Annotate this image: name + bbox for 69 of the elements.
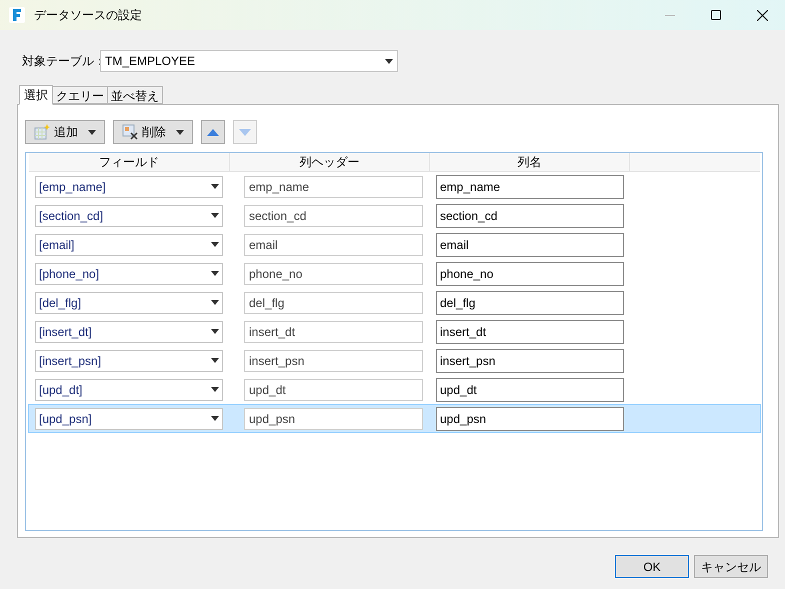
dropdown-arrow-icon — [211, 416, 219, 421]
column-name-input[interactable]: insert_psn — [436, 348, 624, 372]
tab[interactable]: 並べ替え — [107, 86, 163, 104]
dialog-button[interactable]: キャンセル — [694, 555, 768, 578]
table-dropdown[interactable]: TM_EMPLOYEE — [100, 50, 398, 72]
up-arrow-icon — [207, 128, 219, 136]
move-up-button[interactable] — [201, 120, 225, 144]
column-header-input[interactable]: section_cd — [244, 204, 423, 226]
column-header-input[interactable]: insert_psn — [244, 350, 423, 372]
column-header-input[interactable]: del_flg — [244, 292, 423, 314]
minimize-icon — [665, 14, 675, 16]
column-header-input[interactable]: insert_dt — [244, 320, 423, 342]
column-name-input[interactable]: phone_no — [436, 262, 624, 286]
maximize-icon — [711, 10, 721, 20]
field-dropdown[interactable]: [section_cd] — [35, 204, 223, 226]
column-name-input[interactable]: emp_name — [436, 174, 624, 198]
grid-row[interactable]: [upd_dt] upd_dt upd_dt — [28, 375, 761, 404]
dropdown-arrow-icon — [211, 329, 219, 334]
field-dropdown[interactable]: [upd_dt] — [35, 378, 223, 400]
dropdown-arrow-icon — [176, 130, 184, 134]
grid-row[interactable]: [email] email email — [28, 230, 761, 259]
add-table-icon — [34, 124, 50, 140]
dropdown-arrow-icon — [88, 130, 96, 134]
column-name-input[interactable]: upd_dt — [436, 378, 624, 402]
column-header: 列名 — [518, 154, 542, 171]
column-header-input[interactable]: email — [244, 234, 423, 256]
column-name-input[interactable]: upd_psn — [436, 406, 624, 430]
grid-row[interactable]: [upd_psn] upd_psn upd_psn — [28, 404, 761, 433]
field-dropdown[interactable]: [insert_psn] — [35, 350, 223, 372]
column-header-input[interactable]: emp_name — [244, 176, 423, 198]
delete-table-icon — [122, 124, 138, 140]
grid-row[interactable]: [del_flg] del_flg del_flg — [28, 288, 761, 317]
grid-row[interactable]: [emp_name] emp_name emp_name — [28, 172, 761, 201]
column-name-input[interactable]: section_cd — [436, 204, 624, 228]
field-dropdown[interactable]: [phone_no] — [35, 262, 223, 284]
field-dropdown[interactable]: [emp_name] — [35, 176, 223, 198]
dialog-button[interactable]: OK — [615, 555, 689, 578]
column-header: 列ヘッダー — [300, 154, 360, 171]
column-header-input[interactable]: upd_dt — [244, 378, 423, 400]
dropdown-arrow-icon — [385, 58, 393, 64]
column-header: フィールド — [99, 154, 159, 171]
field-dropdown[interactable]: [email] — [35, 234, 223, 256]
tab[interactable]: クエリー — [52, 86, 108, 104]
column-name-input[interactable]: insert_dt — [436, 320, 624, 344]
grid-row[interactable]: [insert_psn] insert_psn insert_psn — [28, 346, 761, 375]
column-header-input[interactable]: phone_no — [244, 262, 423, 284]
dropdown-arrow-icon — [211, 300, 219, 305]
grid-row[interactable]: [section_cd] section_cd section_cd — [28, 201, 761, 230]
down-arrow-icon — [239, 128, 251, 136]
dropdown-arrow-icon — [211, 242, 219, 247]
tab[interactable]: 選択 — [19, 85, 53, 105]
column-name-input[interactable]: del_flg — [436, 290, 624, 314]
field-dropdown[interactable]: [del_flg] — [35, 292, 223, 314]
column-header-input[interactable]: upd_psn — [244, 408, 423, 430]
grid-row[interactable]: [insert_dt] insert_dt insert_dt — [28, 317, 761, 346]
dropdown-arrow-icon — [211, 271, 219, 276]
field-dropdown[interactable]: [insert_dt] — [35, 320, 223, 342]
grid-row[interactable]: [phone_no] phone_no phone_no — [28, 259, 761, 288]
window-title: データソースの設定 — [34, 7, 142, 24]
delete-button[interactable]: 削除 — [113, 120, 193, 144]
dropdown-arrow-icon — [211, 387, 219, 392]
app-logo-icon — [9, 7, 25, 23]
add-button[interactable]: 追加 — [25, 120, 105, 144]
column-name-input[interactable]: email — [436, 232, 624, 256]
field-dropdown[interactable]: [upd_psn] — [35, 408, 223, 430]
dropdown-arrow-icon — [211, 358, 219, 363]
close-icon — [756, 10, 768, 20]
dropdown-arrow-icon — [211, 184, 219, 189]
dropdown-arrow-icon — [211, 213, 219, 218]
